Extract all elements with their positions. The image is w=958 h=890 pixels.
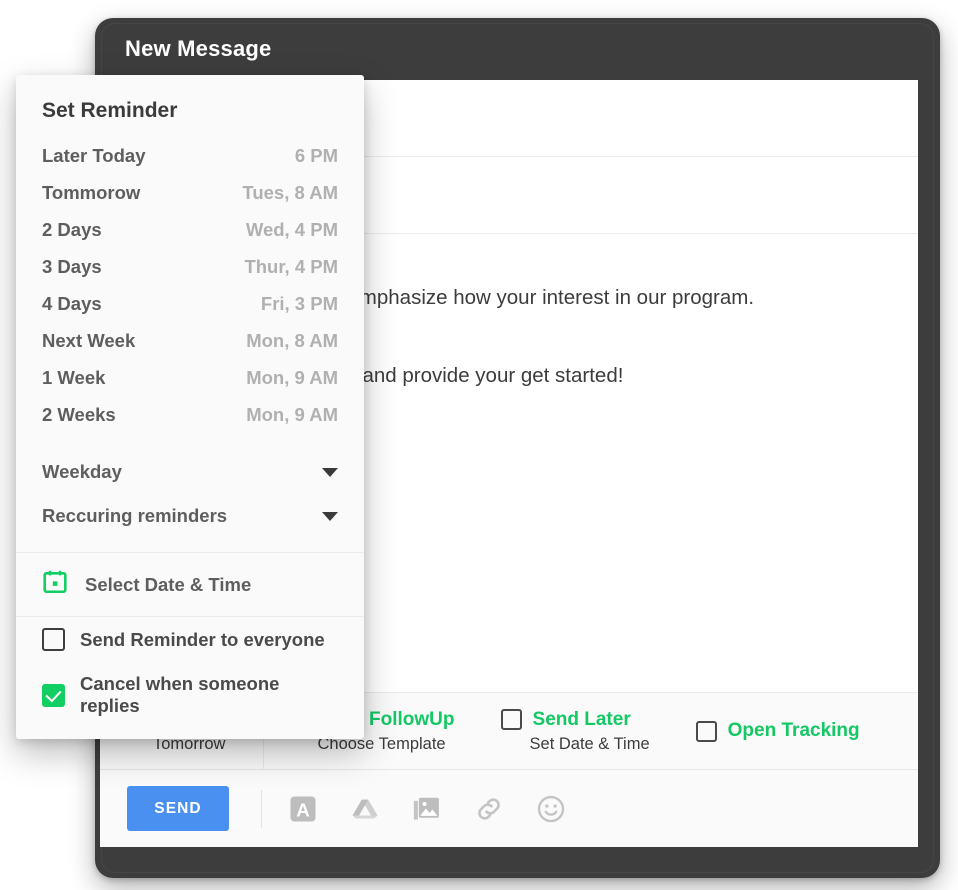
svg-text:A: A (296, 799, 310, 820)
reminder-preset-later-today[interactable]: Later Today 6 PM (16, 137, 364, 174)
send-reminder-everyone-checkbox[interactable] (42, 628, 65, 651)
send-toolbar: SEND A (100, 770, 918, 847)
panel-spacer (16, 433, 364, 450)
preset-label: 2 Days (42, 218, 102, 240)
preset-label: 3 Days (42, 255, 102, 277)
open-tracking-checkbox[interactable] (695, 720, 717, 742)
select-date-time-label: Select Date & Time (85, 573, 252, 595)
reminder-expander-recurring[interactable]: Reccuring reminders (16, 494, 364, 538)
open-tracking-label: Open Tracking (727, 720, 860, 741)
set-reminder-panel: Set Reminder Later Today 6 PM Tommorow T… (16, 75, 364, 739)
insert-link-icon[interactable] (474, 794, 504, 824)
window-titlebar: New Message (95, 18, 940, 80)
option-cancel-when-someone-replies[interactable]: Cancel when someone replies (16, 662, 364, 739)
reminder-panel-title: Set Reminder (42, 99, 178, 122)
reminder-preset-1-week[interactable]: 1 Week Mon, 9 AM (16, 359, 364, 396)
preset-label: 4 Days (42, 292, 102, 314)
option-label: Send Reminder to everyone (80, 628, 325, 650)
followup-option-open-tracking[interactable]: Open Tracking (672, 692, 882, 770)
toolbar-divider (261, 789, 262, 828)
option-label: Cancel when someone replies (80, 673, 280, 716)
send-button[interactable]: SEND (127, 786, 229, 831)
reminder-preset-next-week[interactable]: Next Week Mon, 8 AM (16, 322, 364, 359)
expander-label: Reccuring reminders (42, 505, 228, 526)
reminder-preset-2-days[interactable]: 2 Days Wed, 4 PM (16, 211, 364, 248)
select-date-time-row[interactable]: Select Date & Time (16, 553, 364, 617)
preset-value: Mon, 9 AM (246, 403, 338, 425)
chevron-down-icon[interactable] (322, 467, 338, 477)
insert-image-icon[interactable] (412, 794, 442, 824)
google-drive-icon[interactable] (350, 794, 380, 824)
chevron-down-icon[interactable] (322, 511, 338, 521)
app-root: New Message com call yesterday. I want t… (0, 0, 958, 890)
preset-value: 6 PM (294, 144, 338, 166)
format-text-icon[interactable]: A (288, 794, 318, 824)
followup-option-send-later[interactable]: Send Later Set Date & Time (477, 692, 672, 770)
preset-value: Mon, 8 AM (246, 329, 338, 351)
reminder-preset-2-weeks[interactable]: 2 Weeks Mon, 9 AM (16, 396, 364, 433)
reminder-preset-tommorow[interactable]: Tommorow Tues, 8 AM (16, 174, 364, 211)
preset-label: Tommorow (42, 181, 141, 203)
attachment-icon-row: A (288, 794, 566, 824)
expander-label: Weekday (42, 461, 122, 482)
send-later-label: Send Later (532, 708, 631, 730)
preset-label: 1 Week (42, 366, 106, 388)
send-later-sublabel: Set Date & Time (529, 734, 650, 753)
window-title: New Message (125, 36, 272, 61)
preset-label: Later Today (42, 144, 146, 166)
calendar-icon (42, 569, 68, 600)
preset-value: Fri, 3 PM (260, 292, 338, 314)
insert-emoji-icon[interactable] (536, 794, 566, 824)
preset-value: Wed, 4 PM (245, 218, 338, 240)
reminder-preset-4-days[interactable]: 4 Days Fri, 3 PM (16, 285, 364, 322)
preset-value: Mon, 9 AM (246, 366, 338, 388)
reminder-expander-weekday[interactable]: Weekday (16, 450, 364, 494)
preset-value: Thur, 4 PM (244, 255, 338, 277)
cancel-on-reply-checkbox[interactable] (42, 683, 65, 707)
preset-label: 2 Weeks (42, 403, 116, 425)
option-send-reminder-to-everyone[interactable]: Send Reminder to everyone (16, 617, 364, 662)
preset-value: Tues, 8 AM (242, 181, 338, 203)
reminder-preset-3-days[interactable]: 3 Days Thur, 4 PM (16, 248, 364, 285)
send-later-checkbox[interactable] (500, 709, 522, 730)
preset-label: Next Week (42, 329, 136, 351)
